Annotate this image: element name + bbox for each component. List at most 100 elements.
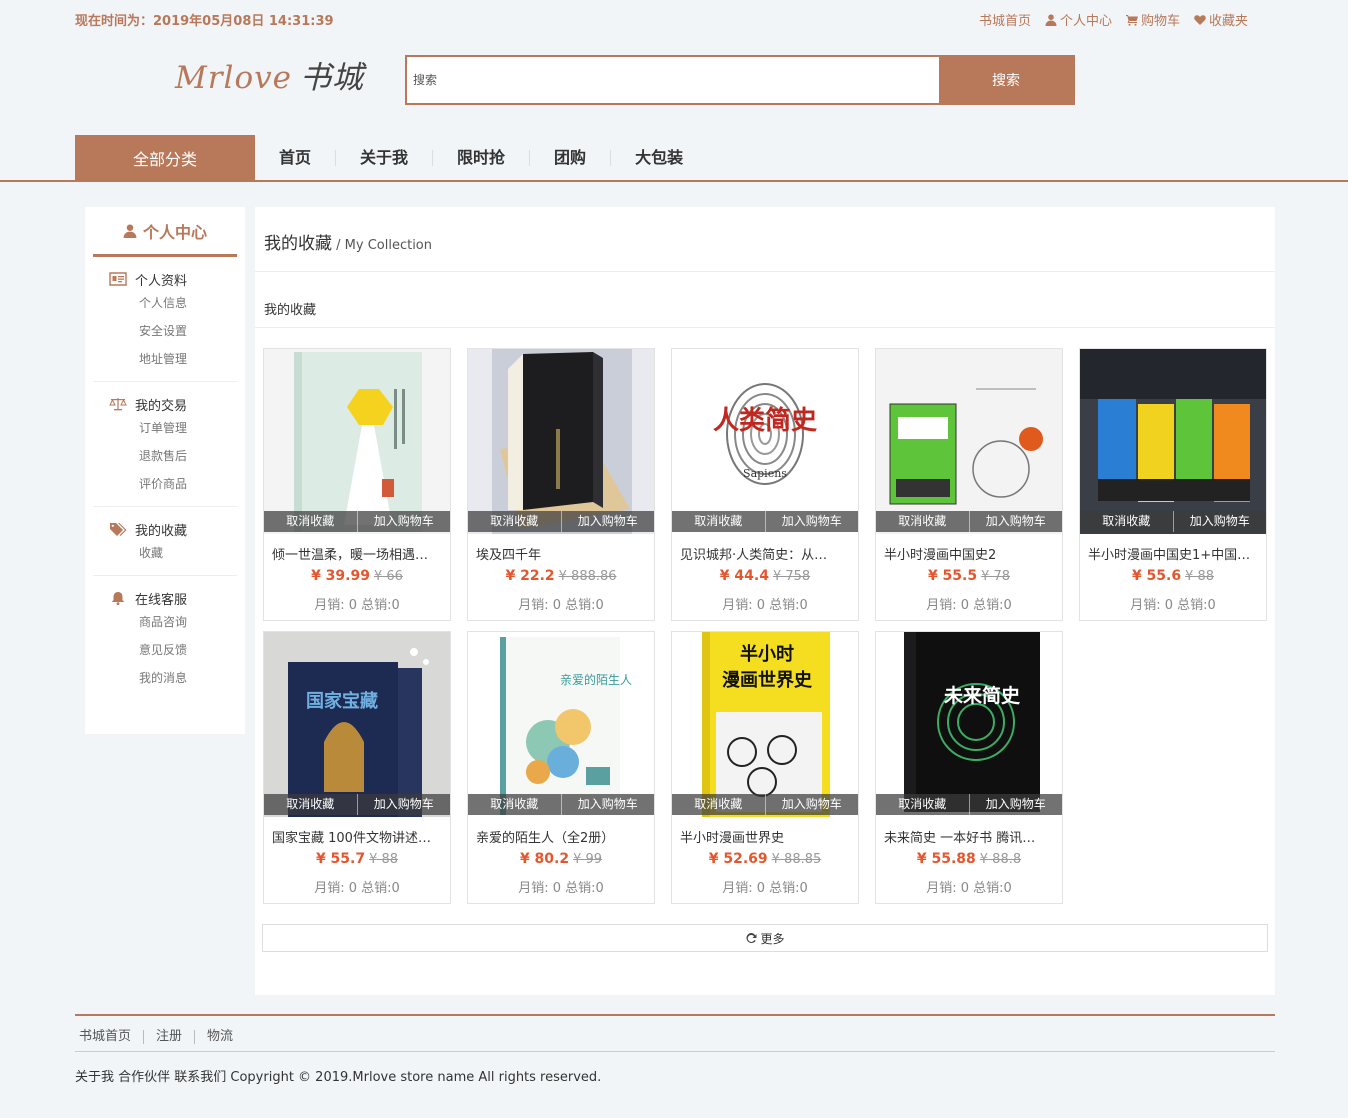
remove-favorite-button[interactable]: 取消收藏: [876, 794, 970, 815]
book-name[interactable]: 未来简史 一本好书 腾讯…: [884, 827, 1056, 846]
sidebar-title: 个人中心: [142, 222, 207, 242]
sidebar-item-consult[interactable]: 商品咨询: [93, 608, 237, 636]
book-price-original: ¥ 758: [772, 569, 811, 584]
sidebar-item-security[interactable]: 安全设置: [93, 317, 237, 345]
book-cover[interactable]: 人类简史 Sapiens: [672, 349, 858, 534]
book-card[interactable]: 取消收藏 加入购物车 倾一世温柔，暖一场相遇… ¥ 39.99 ¥ 66 月销: 0…: [263, 348, 451, 621]
sidebar-group-title[interactable]: 个人资料: [93, 269, 237, 289]
sidebar-group-service: 在线客服 商品咨询 意见反馈 我的消息: [93, 576, 237, 700]
sidebar-item-orders[interactable]: 订单管理: [93, 414, 237, 442]
book-card[interactable]: 取消收藏 加入购物车 半小时漫画中国史2 ¥ 55.5 ¥ 78 月销: 0 总销:…: [875, 348, 1063, 621]
book-actions: 取消收藏 加入购物车: [672, 794, 858, 815]
add-to-cart-button[interactable]: 加入购物车: [970, 511, 1063, 532]
book-cover-image: [876, 349, 1062, 534]
book-price-current: ¥ 22.2: [505, 568, 555, 584]
sidebar-group-title[interactable]: 我的交易: [93, 394, 237, 414]
book-card[interactable]: 亲爱的陌生人 取消收藏 加入购物车 亲爱的陌生人（全2册） ¥ 80.2 ¥ 99 …: [467, 631, 655, 904]
page-title: 我的收藏 / My Collection: [264, 229, 432, 254]
book-cover[interactable]: 亲爱的陌生人: [468, 632, 654, 817]
sidebar-group-favorites: 我的收藏 收藏: [93, 507, 237, 576]
sidebar-item-favorites[interactable]: 收藏: [93, 539, 237, 567]
add-to-cart-button[interactable]: 加入购物车: [1174, 511, 1267, 532]
book-cover-image: 亲爱的陌生人: [468, 632, 654, 817]
remove-favorite-button[interactable]: 取消收藏: [264, 511, 358, 532]
add-to-cart-button[interactable]: 加入购物车: [358, 794, 451, 815]
nav-item-about[interactable]: 关于我: [336, 149, 434, 166]
sidebar-item-messages[interactable]: 我的消息: [93, 664, 237, 692]
site-logo[interactable]: Mrlove 书城: [175, 52, 364, 97]
book-price: ¥ 39.99 ¥ 66: [264, 568, 450, 584]
add-to-cart-button[interactable]: 加入购物车: [562, 794, 655, 815]
book-cover[interactable]: 半小时 漫画世界史: [672, 632, 858, 817]
book-name[interactable]: 见识城邦·人类简史：从…: [680, 544, 852, 563]
nav-item-home[interactable]: 首页: [255, 149, 337, 166]
remove-favorite-button[interactable]: 取消收藏: [672, 794, 766, 815]
book-card[interactable]: 未来简史 取消收藏 加入购物车 未来简史 一本好书 腾讯… ¥ 55.88 ¥ 88…: [875, 631, 1063, 904]
top-link-user-center[interactable]: 个人中心: [1045, 10, 1112, 29]
nav-item-flash-sale[interactable]: 限时抢: [433, 149, 531, 166]
book-name[interactable]: 半小时漫画中国史1+中国…: [1088, 544, 1260, 563]
add-to-cart-button[interactable]: 加入购物车: [562, 511, 655, 532]
book-actions: 取消收藏 加入购物车: [264, 511, 450, 532]
add-to-cart-button[interactable]: 加入购物车: [970, 794, 1063, 815]
sidebar-item-reviews[interactable]: 评价商品: [93, 470, 237, 498]
book-name[interactable]: 埃及四千年: [476, 544, 648, 563]
sidebar-group-label: 我的收藏: [135, 523, 188, 539]
book-name[interactable]: 半小时漫画中国史2: [884, 544, 1056, 563]
nav-item-big-pack[interactable]: 大包装: [611, 149, 707, 166]
book-cover[interactable]: [876, 349, 1062, 534]
book-card[interactable]: 取消收藏 加入购物车 半小时漫画中国史1+中国… ¥ 55.6 ¥ 88 月销: 0…: [1079, 348, 1267, 621]
sidebar-item-feedback[interactable]: 意见反馈: [93, 636, 237, 664]
search-button[interactable]: 搜索: [939, 57, 1073, 103]
refresh-icon: [746, 933, 757, 943]
sidebar-item-refunds[interactable]: 退款售后: [93, 442, 237, 470]
book-price: ¥ 52.69 ¥ 88.85: [672, 851, 858, 867]
book-cover[interactable]: 国家宝藏: [264, 632, 450, 817]
nav-item-group-buy[interactable]: 团购: [530, 149, 612, 166]
top-link-cart[interactable]: 购物车: [1125, 10, 1180, 29]
main-panel: 我的收藏 / My Collection 我的收藏 取消收藏 加入购物车 倾一世温…: [255, 207, 1275, 995]
remove-favorite-button[interactable]: 取消收藏: [876, 511, 970, 532]
book-card[interactable]: 半小时 漫画世界史 取消收藏 加入购物车 半小时漫画世界史 ¥ 52.69 ¥ 88…: [671, 631, 859, 904]
footer-link-logistics[interactable]: 物流: [195, 1030, 245, 1044]
book-card[interactable]: 人类简史 Sapiens 取消收藏 加入购物车 见识城邦·人类简史：从… ¥ 44…: [671, 348, 859, 621]
current-time: 现在时间为：2019年05月08日 14:31:39: [75, 14, 334, 29]
book-name[interactable]: 半小时漫画世界史: [680, 827, 852, 846]
book-cover-image: [264, 349, 450, 534]
book-cover[interactable]: [1080, 349, 1266, 534]
footer-link-register[interactable]: 注册: [144, 1030, 196, 1044]
book-card[interactable]: 国家宝藏 取消收藏 加入购物车 国家宝藏 100件文物讲述… ¥ 55.7 ¥ 88…: [263, 631, 451, 904]
sidebar-group-title[interactable]: 我的收藏: [93, 519, 237, 539]
top-link-home[interactable]: 书城首页: [979, 10, 1031, 29]
book-name[interactable]: 亲爱的陌生人（全2册）: [476, 827, 648, 846]
cover-title-text: 半小时: [740, 643, 794, 665]
book-sales: 月销: 0 总销:0: [314, 881, 400, 896]
sidebar-item-address[interactable]: 地址管理: [93, 345, 237, 373]
all-categories-button[interactable]: 全部分类: [75, 135, 255, 180]
book-sales: 月销: 0 总销:0: [722, 881, 808, 896]
remove-favorite-button[interactable]: 取消收藏: [672, 511, 766, 532]
book-price-original: ¥ 88.85: [771, 852, 822, 867]
book-cover[interactable]: [264, 349, 450, 534]
add-to-cart-button[interactable]: 加入购物车: [766, 794, 859, 815]
add-to-cart-button[interactable]: 加入购物车: [358, 511, 451, 532]
remove-favorite-button[interactable]: 取消收藏: [468, 794, 562, 815]
book-cover-image: 人类简史 Sapiens: [672, 349, 858, 534]
remove-favorite-button[interactable]: 取消收藏: [468, 511, 562, 532]
book-name[interactable]: 倾一世温柔，暖一场相遇…: [272, 544, 444, 563]
remove-favorite-button[interactable]: 取消收藏: [1080, 511, 1174, 532]
load-more-button[interactable]: 更多: [262, 924, 1268, 952]
remove-favorite-button[interactable]: 取消收藏: [264, 794, 358, 815]
load-more-label: 更多: [760, 931, 785, 946]
footer-link-home[interactable]: 书城首页: [75, 1030, 145, 1044]
book-cover[interactable]: [468, 349, 654, 534]
sidebar-group-title[interactable]: 在线客服: [93, 588, 237, 608]
top-link-favorites[interactable]: 收藏夹: [1194, 10, 1248, 29]
book-name[interactable]: 国家宝藏 100件文物讲述…: [272, 827, 444, 846]
book-card[interactable]: 取消收藏 加入购物车 埃及四千年 ¥ 22.2 ¥ 888.86 月销: 0 总销:…: [467, 348, 655, 621]
add-to-cart-button[interactable]: 加入购物车: [766, 511, 859, 532]
book-sales: 月销: 0 总销:0: [1130, 598, 1216, 613]
search-input[interactable]: [407, 57, 939, 103]
book-cover[interactable]: 未来简史: [876, 632, 1062, 817]
sidebar-item-personal-info[interactable]: 个人信息: [93, 289, 237, 317]
